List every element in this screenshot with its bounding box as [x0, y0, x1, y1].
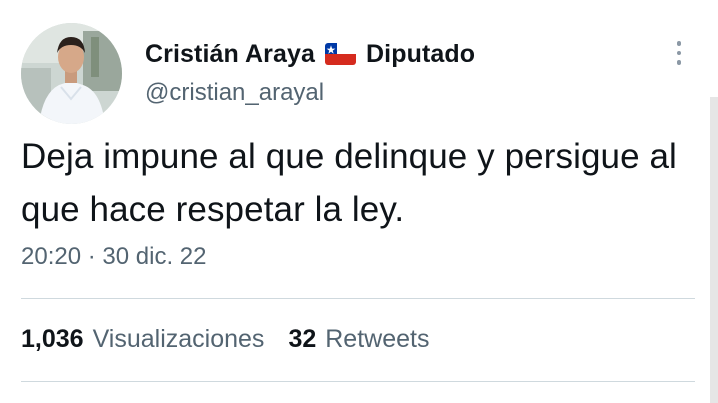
- user-title: Diputado: [366, 39, 476, 68]
- views-count: 1,036: [21, 325, 84, 353]
- avatar[interactable]: [21, 23, 122, 124]
- more-dot: [676, 60, 682, 65]
- more-dot: [676, 41, 682, 46]
- retweets-label: Retweets: [325, 325, 430, 353]
- retweets-stat[interactable]: 32 Retweets: [288, 325, 429, 354]
- retweets-count: 32: [288, 325, 317, 353]
- display-name[interactable]: Cristián Araya: [145, 40, 315, 69]
- tweet-text: Deja impune al que delinque y persigue a…: [21, 137, 677, 229]
- views-label: Visualizaciones: [92, 325, 265, 353]
- timestamp-separator: ·: [87, 243, 96, 270]
- user-handle[interactable]: @cristian_arayal: [145, 79, 324, 107]
- tweet-time: 20:20: [21, 243, 82, 270]
- tweet-stats: 1,036 Visualizaciones 32 Retweets: [21, 325, 429, 354]
- views-stat[interactable]: 1,036 Visualizaciones: [21, 325, 264, 354]
- more-options-icon[interactable]: [664, 36, 694, 70]
- chile-flag-icon: [325, 43, 356, 65]
- more-dot: [676, 50, 682, 56]
- scrollbar[interactable]: [710, 97, 718, 403]
- avatar-photo: [21, 23, 122, 124]
- display-name-row: Cristián Araya Diputado: [145, 37, 475, 71]
- divider: [21, 298, 695, 299]
- tweet-card: Cristián Araya Diputado @cristian_arayal…: [0, 0, 718, 403]
- tweet-timestamp[interactable]: 20:20 · 30 dic. 22: [21, 243, 206, 271]
- divider: [21, 381, 695, 382]
- tweet-date: 30 dic. 22: [102, 243, 207, 270]
